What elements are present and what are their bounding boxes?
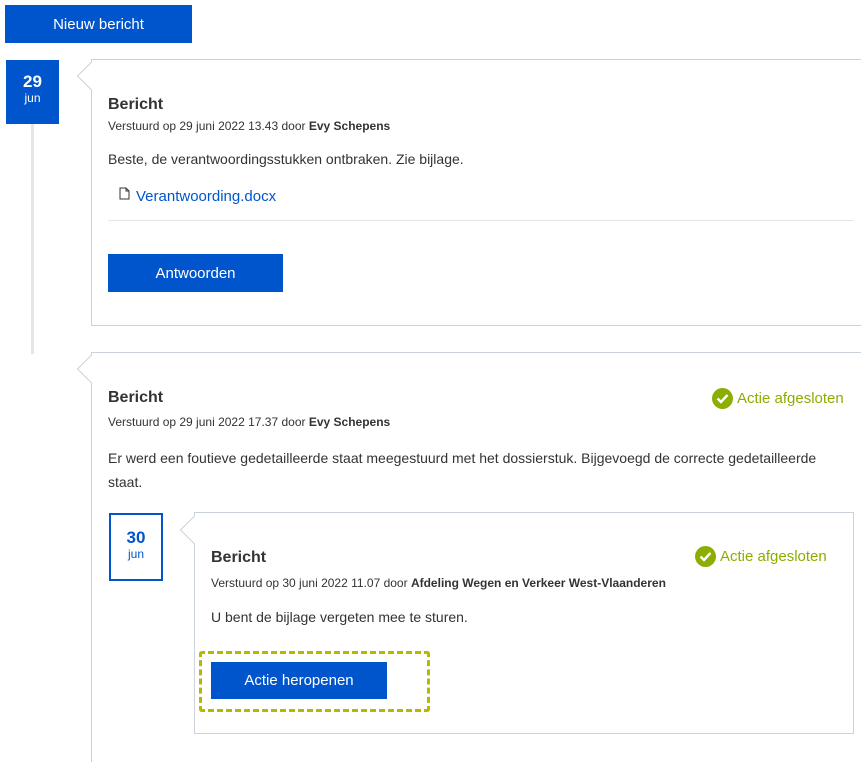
status-label: Actie afgesloten bbox=[737, 390, 844, 407]
sent-info: Verstuurd op 30 juni 2022 11.07 door bbox=[211, 576, 408, 590]
sent-info: Verstuurd op 29 juni 2022 13.43 door bbox=[108, 119, 306, 133]
message-body: Beste, de verantwoordingsstukken ontbrak… bbox=[108, 151, 464, 167]
date-badge: 30 jun bbox=[109, 513, 163, 581]
status-label: Actie afgesloten bbox=[720, 548, 827, 565]
message-body: Er werd een foutieve gedetailleerde staa… bbox=[108, 450, 817, 490]
message-meta: Verstuurd op 29 juni 2022 17.37 door Evy… bbox=[108, 415, 390, 429]
document-icon bbox=[119, 187, 130, 205]
message-body: U bent de bijlage vergeten mee te sturen… bbox=[211, 609, 468, 625]
thread-line bbox=[91, 700, 92, 762]
card-notch bbox=[76, 354, 106, 384]
message-card: Bericht Verstuurd op 29 juni 2022 13.43 … bbox=[76, 59, 861, 326]
status-badge: Actie afgesloten bbox=[712, 388, 844, 409]
focus-outline bbox=[199, 651, 430, 712]
timeline-line bbox=[31, 124, 34, 354]
sender-name: Afdeling Wegen en Verkeer West-Vlaandere… bbox=[410, 576, 666, 590]
check-circle-icon bbox=[712, 388, 733, 409]
message-meta: Verstuurd op 29 juni 2022 13.43 door Evy… bbox=[108, 119, 390, 133]
sender-name: Evy Schepens bbox=[308, 119, 391, 133]
attachment-link[interactable]: Verantwoording.docx bbox=[136, 188, 276, 205]
date-month: jun bbox=[24, 91, 41, 105]
check-circle-icon bbox=[695, 546, 716, 567]
attachment: Verantwoording.docx bbox=[119, 187, 276, 205]
date-month: jun bbox=[127, 547, 144, 561]
message-meta: Verstuurd op 30 juni 2022 11.07 door Afd… bbox=[211, 576, 666, 590]
message-title: Bericht bbox=[108, 96, 164, 113]
status-badge: Actie afgesloten bbox=[695, 546, 827, 567]
reply-button[interactable]: Antwoorden bbox=[108, 254, 283, 292]
sender-name: Evy Schepens bbox=[308, 415, 391, 429]
divider bbox=[108, 220, 854, 221]
message-title: Bericht bbox=[108, 389, 164, 406]
card-notch bbox=[76, 61, 106, 91]
sent-info: Verstuurd op 29 juni 2022 17.37 door bbox=[108, 415, 306, 429]
date-day: 30 bbox=[126, 528, 146, 547]
message-title: Bericht bbox=[211, 549, 267, 566]
new-message-button[interactable]: Nieuw bericht bbox=[5, 5, 192, 43]
date-day: 29 bbox=[23, 72, 42, 91]
date-badge: 29 jun bbox=[6, 60, 59, 124]
